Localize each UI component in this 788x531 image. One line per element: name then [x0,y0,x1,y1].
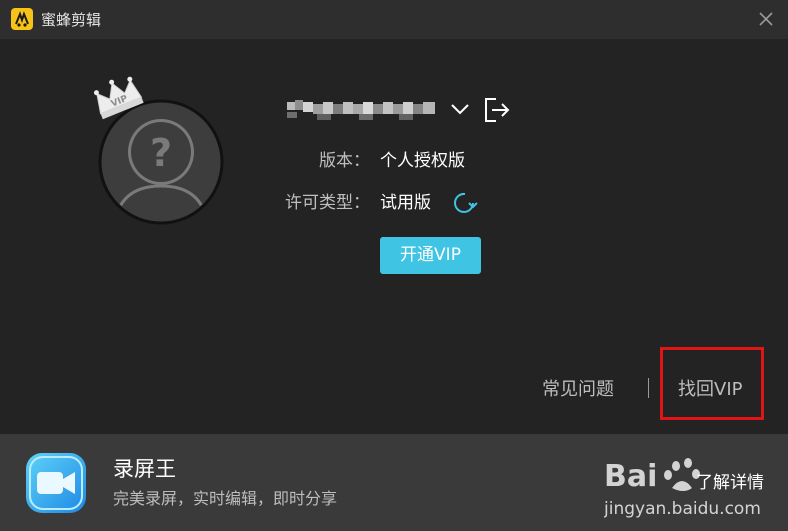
logout-icon[interactable] [482,96,512,124]
open-vip-button[interactable]: 开通VIP [380,237,481,274]
watermark-brand: Bai [604,459,657,494]
highlight-annotation-box [660,347,764,420]
faq-link[interactable]: 常见问题 [542,375,614,401]
promo-banner: 录屏王 完美录屏，实时编辑，即时分享 了解详情 Bai jingyan.baid… [0,434,788,531]
unknown-user-avatar-icon: ? VIP [86,76,232,226]
svg-text:?: ? [150,131,172,175]
vip-crown-icon: VIP [93,76,144,120]
license-type-label: 许可类型： [285,193,370,213]
promo-subtitle: 完美录屏，实时编辑，即时分享 [113,489,338,508]
learn-more-link[interactable]: 了解详情 [696,468,764,493]
license-type-value: 试用版 [380,193,431,213]
version-label-row: 版本： [280,149,370,173]
chevron-down-icon[interactable] [449,99,471,119]
version-value: 个人授权版 [380,151,465,171]
version-label: 版本： [319,151,370,171]
license-label-row: 许可类型： [280,191,370,215]
username-blurred [287,96,439,124]
watermark-url: jingyan.baidu.com [604,499,761,519]
license-value-row: 试用版 [380,191,450,215]
camera-app-icon[interactable] [24,451,88,515]
refresh-icon[interactable] [451,190,479,216]
link-separator [648,378,649,398]
promo-title: 录屏王 [113,457,176,481]
account-panel: ? VIP 版本： 个人授权版 许可类型： 试用版 开通VIP 常见问题 找回V… [0,0,788,434]
version-value-row: 个人授权版 [380,149,510,173]
